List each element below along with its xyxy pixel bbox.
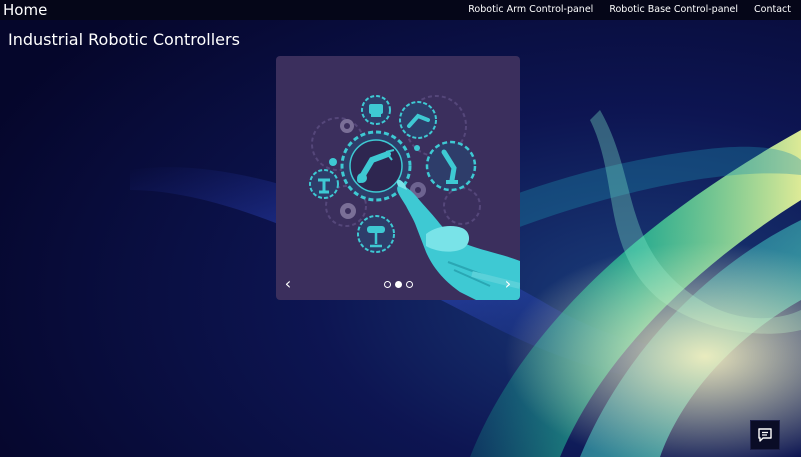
chat-button[interactable] bbox=[750, 420, 780, 450]
nav-link-robotic-base[interactable]: Robotic Base Control-panel bbox=[609, 0, 738, 20]
nav-links: Robotic Arm Control-panel Robotic Base C… bbox=[468, 0, 791, 20]
carousel-indicator-3[interactable] bbox=[405, 281, 413, 288]
carousel-indicator-2[interactable] bbox=[394, 281, 402, 288]
page-title: Industrial Robotic Controllers bbox=[8, 30, 240, 49]
robot-hand-gears-illustration bbox=[309, 95, 520, 300]
nav-link-robotic-arm[interactable]: Robotic Arm Control-panel bbox=[468, 0, 593, 20]
nav-link-contact[interactable]: Contact bbox=[754, 0, 791, 20]
image-carousel: ‹ › bbox=[276, 56, 520, 300]
carousel-indicators bbox=[276, 281, 520, 288]
navbar: Home Robotic Arm Control-panel Robotic B… bbox=[0, 0, 801, 20]
chat-icon bbox=[758, 428, 772, 442]
carousel-indicator-1[interactable] bbox=[383, 281, 391, 288]
home-link[interactable]: Home bbox=[3, 0, 47, 20]
